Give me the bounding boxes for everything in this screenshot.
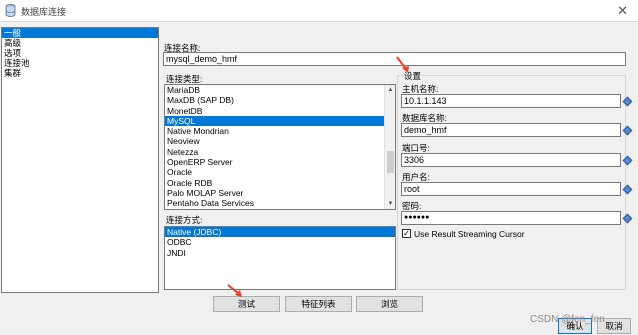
annotation-arrow-icon (227, 284, 242, 297)
connection-type-oracle[interactable]: Oracle (165, 167, 395, 177)
close-icon[interactable]: ✕ (617, 3, 628, 19)
category-list: 一般 高级 选项 连接池 集群 (1, 27, 159, 293)
nav-item-3[interactable]: 连接池 (2, 58, 158, 68)
title-bar: 数据库连接 ✕ (0, 0, 638, 22)
connection-type-monetdb[interactable]: MonetDB (165, 106, 395, 116)
password-input[interactable]: ●●●●●● (401, 211, 621, 225)
streaming-cursor-checkbox[interactable]: ✓ (402, 229, 411, 238)
connection-type-list[interactable]: MariaDB MaxDB (SAP DB) MonetDB MySQL Native … (164, 84, 396, 210)
database-icon (5, 4, 16, 17)
database-input[interactable]: demo_hmf (401, 123, 621, 137)
connection-type-palo-molap-server[interactable]: Palo MOLAP Server (165, 188, 395, 198)
access-list[interactable]: Native (JDBC) ODBC JNDI (164, 226, 396, 290)
feature-list-button[interactable]: 特征列表 (285, 296, 352, 312)
test-button[interactable]: 测试 (213, 296, 280, 312)
connection-type-oracle-rdb[interactable]: Oracle RDB (165, 178, 395, 188)
connection-type-native-mondrian[interactable]: Native Mondrian (165, 126, 395, 136)
connection-type-maxdb-sap-db[interactable]: MaxDB (SAP DB) (165, 95, 395, 105)
connection-type-mariadb[interactable]: MariaDB (165, 85, 395, 95)
annotation-arrow-icon (396, 56, 409, 73)
connection-type-neoview[interactable]: Neoview (165, 136, 395, 146)
scroll-down-icon[interactable]: ▼ (385, 199, 395, 209)
access-label: 连接方式: (166, 215, 203, 225)
access-type-native-jdbc[interactable]: Native (JDBC) (165, 227, 395, 238)
access-type-jndi[interactable]: JNDI (165, 248, 395, 258)
scroll-up-icon[interactable]: ▲ (385, 85, 395, 95)
nav-item-4[interactable]: 集群 (2, 68, 158, 78)
watermark: CSDN @fen_fen (530, 314, 605, 325)
connection-type-mysql[interactable]: MySQL (165, 115, 395, 127)
nav-item-1[interactable]: 高级 (2, 38, 158, 48)
username-input[interactable]: root (401, 182, 621, 196)
nav-item-2[interactable]: 选项 (2, 48, 158, 58)
access-type-odbc[interactable]: ODBC (165, 237, 395, 247)
connection-type-openerp-server[interactable]: OpenERP Server (165, 157, 395, 167)
connection-type-netezza[interactable]: Netezza (165, 147, 395, 157)
connection-type-pentaho-data-services[interactable]: Pentaho Data Services (165, 198, 395, 208)
port-input[interactable]: 3306 (401, 153, 621, 167)
host-input[interactable]: 10.1.1.143 (401, 94, 621, 108)
explore-button[interactable]: 浏览 (356, 296, 423, 312)
nav-item-0[interactable]: 一般 (2, 28, 158, 38)
scroll-thumb[interactable] (387, 151, 394, 173)
connection-type-scrollbar[interactable]: ▲ ▼ (384, 85, 395, 209)
window-title: 数据库连接 (21, 7, 67, 17)
streaming-cursor-label: Use Result Streaming Cursor (414, 229, 525, 239)
